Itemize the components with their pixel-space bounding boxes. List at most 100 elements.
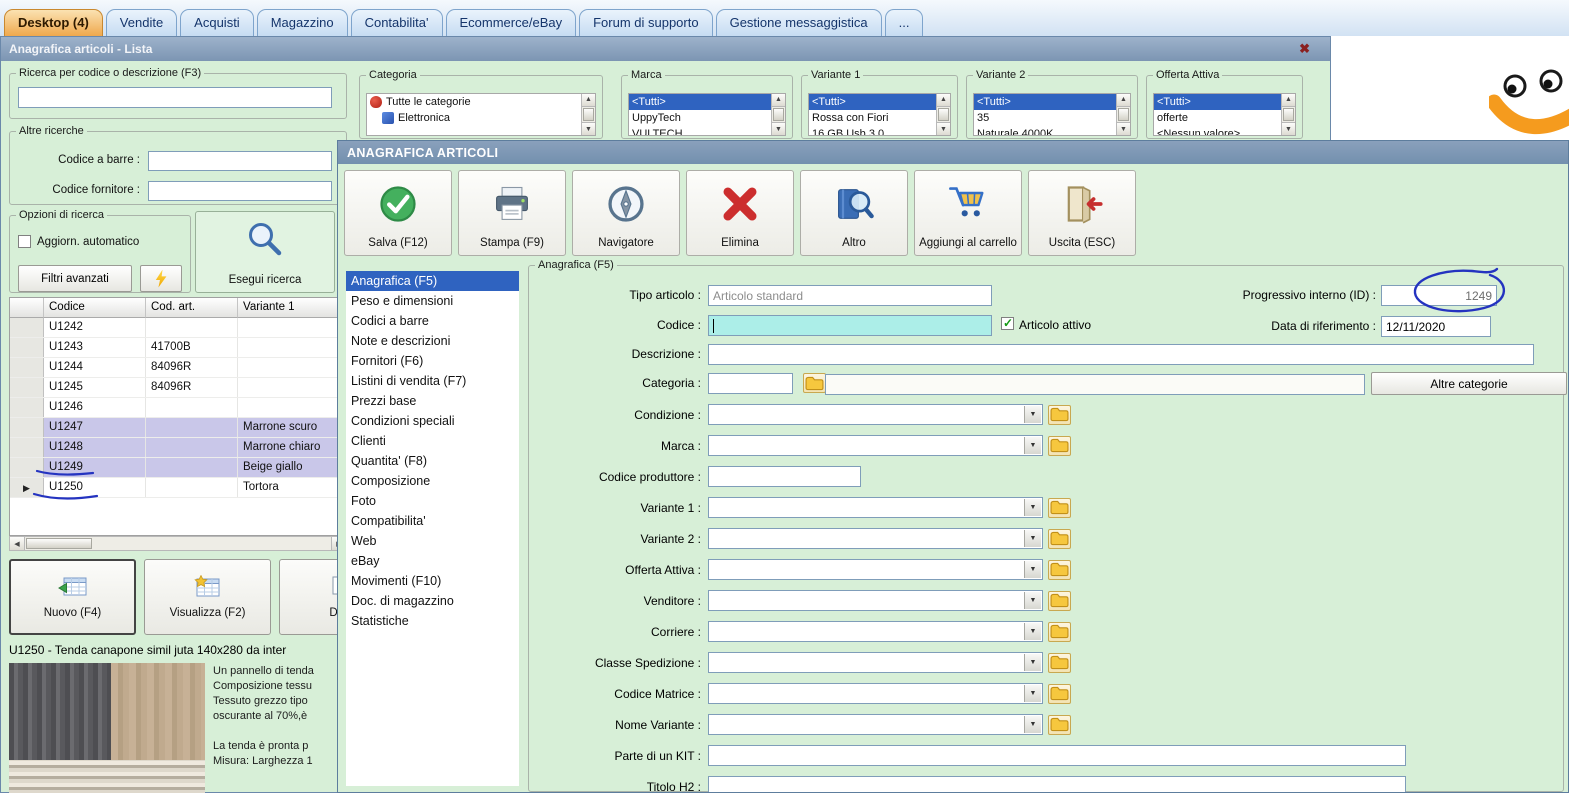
window-title-bar[interactable]: Anagrafica articoli - Lista ✖ [1, 37, 1330, 61]
dropdown-field[interactable]: ▼ [708, 590, 1043, 611]
dropdown-field[interactable]: ▼ [708, 528, 1043, 549]
dialog-nav-item[interactable]: Prezzi base [346, 391, 519, 411]
dialog-nav-item[interactable]: Fornitori (F6) [346, 351, 519, 371]
app-tab[interactable]: Gestione messaggistica [715, 9, 882, 36]
text-field[interactable] [708, 776, 1406, 792]
dialog-nav-item[interactable]: Clienti [346, 431, 519, 451]
folder-button[interactable] [1048, 404, 1071, 425]
dialog-nav-item[interactable]: Statistiche [346, 611, 519, 631]
app-tab[interactable]: Forum di supporto [579, 9, 713, 36]
table-row[interactable]: U1242 [10, 318, 346, 338]
filter-item[interactable]: VULTECH [629, 126, 771, 135]
dropdown-field[interactable]: ▼ [708, 559, 1043, 580]
toolbar-button[interactable]: Aggiungi al carrello [914, 170, 1022, 256]
categoria-path-field[interactable] [825, 374, 1365, 395]
scroll-up-icon[interactable]: ▲ [582, 94, 595, 107]
table-row[interactable]: U1244 84096R [10, 358, 346, 378]
filter-item[interactable]: Naturale 4000K [974, 126, 1116, 135]
categoria-code-field[interactable] [708, 373, 793, 394]
dialog-nav-item[interactable]: Listini di vendita (F7) [346, 371, 519, 391]
dropdown-arrow-button[interactable]: ▼ [1024, 716, 1041, 733]
column-header-variante[interactable]: Variante 1 [238, 298, 346, 318]
folder-button[interactable] [1048, 652, 1071, 673]
dialog-nav-item[interactable]: Doc. di magazzino [346, 591, 519, 611]
text-field[interactable] [708, 466, 861, 487]
column-header-cod-art[interactable]: Cod. art. [146, 298, 238, 318]
dropdown-arrow-button[interactable]: ▼ [1024, 437, 1041, 454]
scrollbar-thumb[interactable] [1118, 107, 1129, 122]
scrollbar-thumb[interactable] [773, 107, 784, 122]
column-header-codice[interactable]: Codice [44, 298, 146, 318]
dropdown-field[interactable]: ▼ [708, 714, 1043, 735]
dialog-title-bar[interactable]: ANAGRAFICA ARTICOLI [338, 141, 1568, 164]
action-button[interactable]: Nuovo (F4) [9, 559, 136, 635]
dropdown-field[interactable]: ▼ [708, 497, 1043, 518]
articolo-attivo-checkbox[interactable]: ✓ [1001, 316, 1014, 330]
dropdown-arrow-button[interactable]: ▼ [1024, 654, 1041, 671]
app-tab[interactable]: Desktop (4) [4, 9, 103, 36]
app-tab[interactable]: ... [884, 9, 924, 36]
dialog-nav-item[interactable]: Anagrafica (F5) [346, 271, 519, 291]
dropdown-arrow-button[interactable]: ▼ [1024, 530, 1041, 547]
dropdown-arrow-button[interactable]: ▼ [1024, 685, 1041, 702]
scroll-up-icon[interactable]: ▲ [937, 94, 950, 107]
scroll-up-icon[interactable]: ▲ [772, 94, 785, 107]
table-row[interactable]: U1245 84096R [10, 378, 346, 398]
scrollbar[interactable]: ▲ ▼ [771, 94, 785, 135]
toolbar-button[interactable]: Stampa (F9) [458, 170, 566, 256]
filter-item[interactable]: <Tutti> [1154, 94, 1281, 110]
folder-button[interactable] [1048, 435, 1071, 456]
scroll-down-icon[interactable]: ▼ [772, 122, 785, 135]
filter-item[interactable]: Tutte le categorie [367, 94, 581, 110]
dialog-nav-item[interactable]: Quantita' (F8) [346, 451, 519, 471]
filter-item[interactable]: Elettronica [367, 110, 581, 126]
folder-button[interactable] [1048, 528, 1071, 549]
scroll-down-icon[interactable]: ▼ [937, 122, 950, 135]
folder-button[interactable] [1048, 590, 1071, 611]
scroll-up-icon[interactable]: ▲ [1117, 94, 1130, 107]
scroll-down-icon[interactable]: ▼ [582, 122, 595, 135]
dialog-nav-item[interactable]: Note e descrizioni [346, 331, 519, 351]
horizontal-scrollbar[interactable]: ◀ ▶ [9, 536, 347, 551]
filter-item[interactable]: <Nessun valore> [1154, 126, 1281, 135]
dialog-nav-item[interactable]: Condizioni speciali [346, 411, 519, 431]
app-tab[interactable]: Vendite [105, 9, 178, 36]
dropdown-arrow-button[interactable]: ▼ [1024, 623, 1041, 640]
dropdown-arrow-button[interactable]: ▼ [1024, 406, 1041, 423]
descrizione-field[interactable] [708, 344, 1534, 365]
app-tab[interactable]: Acquisti [180, 9, 254, 36]
filter-item[interactable]: <Tutti> [809, 94, 936, 110]
dropdown-field[interactable]: ▼ [708, 621, 1043, 642]
data-riferimento-field[interactable] [1381, 316, 1491, 337]
dialog-nav-item[interactable]: Peso e dimensioni [346, 291, 519, 311]
filter-item[interactable]: Rossa con Fiori [809, 110, 936, 126]
scrollbar[interactable]: ▲ ▼ [1281, 94, 1295, 135]
filter-item[interactable]: <Tutti> [629, 94, 771, 110]
advanced-filters-button[interactable]: Filtri avanzati [18, 265, 132, 292]
table-row[interactable]: ▶ U1250 Tortora [10, 478, 346, 498]
folder-button[interactable] [1048, 714, 1071, 735]
dropdown-field[interactable]: ▼ [708, 435, 1043, 456]
app-tab[interactable]: Contabilita' [350, 9, 443, 36]
codice-field[interactable] [708, 315, 992, 336]
toolbar-button[interactable]: Salva (F12) [344, 170, 452, 256]
filter-item[interactable]: 16 GB Usb 3.0 [809, 126, 936, 135]
toolbar-button[interactable]: Elimina [686, 170, 794, 256]
dialog-nav-item[interactable]: Composizione [346, 471, 519, 491]
dropdown-field[interactable]: ▼ [708, 683, 1043, 704]
toolbar-button[interactable]: Altro [800, 170, 908, 256]
dialog-nav-item[interactable]: Codici a barre [346, 311, 519, 331]
search-input[interactable] [18, 87, 332, 108]
text-field[interactable] [708, 745, 1406, 766]
filter-item[interactable]: offerte [1154, 110, 1281, 126]
tipo-articolo-field[interactable] [708, 285, 992, 306]
table-row[interactable]: U1247 Marrone scuro [10, 418, 346, 438]
scroll-up-icon[interactable]: ▲ [1282, 94, 1295, 107]
dialog-nav-item[interactable]: Foto [346, 491, 519, 511]
folder-button[interactable] [1048, 497, 1071, 518]
quick-filter-button[interactable] [140, 265, 182, 292]
app-tab[interactable]: Ecommerce/eBay [445, 9, 577, 36]
scrollbar[interactable]: ▲ ▼ [936, 94, 950, 135]
filter-item[interactable]: <Tutti> [974, 94, 1116, 110]
scrollbar-thumb[interactable] [26, 538, 92, 549]
